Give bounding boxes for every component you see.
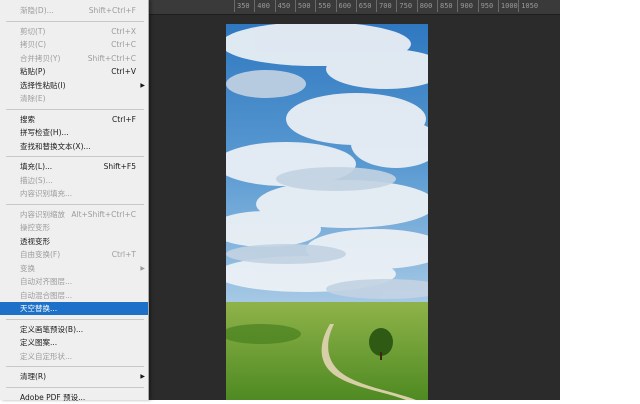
menu-item-shortcut: Ctrl+X <box>111 26 136 36</box>
menu-item[interactable]: 搜索 Ctrl+F <box>0 113 148 126</box>
ruler-label: 1050 <box>518 0 539 12</box>
menu-item-label: 清理(R) <box>20 372 47 381</box>
menu-item[interactable]: 填充(L)... Shift+F5 <box>0 160 148 173</box>
menu-separator <box>6 366 144 367</box>
menu-item-label: 合并拷贝(Y) <box>20 53 61 63</box>
menu-separator <box>6 108 144 110</box>
landscape-photo <box>226 24 428 400</box>
menu-separator <box>6 386 144 388</box>
menu-item-label: 选择性粘贴(I) <box>20 80 66 90</box>
ruler-label: 550 <box>315 0 331 12</box>
menu-item[interactable]: 查找和替换文本(X)... <box>0 140 148 153</box>
menu-item-shortcut: Ctrl+T <box>111 250 136 259</box>
menu-item-shortcut: Ctrl+V <box>111 67 136 76</box>
submenu-arrow-icon: ▶ <box>140 264 145 272</box>
ruler-label: 400 <box>254 0 270 12</box>
menu-item-label: 定义画笔预设(B)... <box>20 324 84 334</box>
menu-item-label: 内容识别缩放 <box>20 209 65 219</box>
menu-item-label: 渐隐(D)... <box>20 6 54 15</box>
menu-item[interactable]: 定义图案... <box>0 336 148 349</box>
ruler-label: 500 <box>294 0 311 12</box>
document-canvas[interactable] <box>226 24 428 400</box>
menu-item: 清除(E) <box>0 92 148 105</box>
menu-item-label: 描边(S)... <box>20 175 53 185</box>
menu-item-shortcut: Alt+Shift+Ctrl+C <box>71 209 136 219</box>
menu-item[interactable]: 天空替换... <box>0 302 148 315</box>
menu-item: 自动混合图层... <box>0 289 148 302</box>
menu-item-shortcut: Shift+Ctrl+F <box>88 6 136 15</box>
menu-item-label: 透视变形 <box>20 236 50 246</box>
menu-separator <box>6 156 144 157</box>
submenu-arrow-icon: ▶ <box>140 373 145 380</box>
menu-item-shortcut: Shift+F5 <box>103 162 136 171</box>
menu-item[interactable]: Adobe PDF 预设... <box>0 391 148 404</box>
ruler-label: 650 <box>355 0 372 12</box>
menu-item[interactable]: 透视变形 <box>0 235 148 248</box>
horizontal-ruler[interactable]: 350 400 450 500 550 600 650 700 750 800 850 900 950 1… <box>80 0 560 15</box>
menu-item-label: 自动对齐图层... <box>20 277 73 286</box>
menu-item: 描边(S)... <box>0 174 148 187</box>
menu-separator <box>6 203 144 205</box>
ruler-label: 800 <box>416 0 433 12</box>
ruler-label: 600 <box>335 0 352 12</box>
menu-item: 操控变形 <box>0 221 148 234</box>
menu-item-shortcut: Ctrl+C <box>111 40 136 49</box>
menu-separator <box>6 318 144 320</box>
menu-item: 内容识别缩放 Alt+Shift+Ctrl+C <box>0 208 148 221</box>
menu-item[interactable]: 定义画笔预设(B)... <box>0 323 148 336</box>
ruler-label: 750 <box>396 0 413 12</box>
menu-item-label: 清除(E) <box>20 94 46 103</box>
menu-item-label: Adobe PDF 预设... <box>20 392 86 402</box>
menu-item: 渐隐(D)... Shift+Ctrl+F <box>0 4 148 17</box>
menu-item: 内容识别填充... <box>0 187 148 200</box>
menu-item: 自由变换(F) Ctrl+T <box>0 248 148 261</box>
menu-item-label: 定义自定形状... <box>20 351 73 361</box>
menu-item-label: 剪切(T) <box>20 26 46 36</box>
menu-item: 拷贝(C) Ctrl+C <box>0 38 148 51</box>
menu-item-label: 自动混合图层... <box>20 290 73 300</box>
ruler-label: 1000 <box>497 0 518 12</box>
menu-item-label: 查找和替换文本(X)... <box>20 141 91 151</box>
menu-item-label: 搜索 <box>20 114 35 124</box>
ruler-label: 350 <box>234 0 250 12</box>
menu-item-shortcut: Shift+Ctrl+C <box>87 53 136 63</box>
menu-item-label: 粘贴(P) <box>20 67 46 76</box>
menu-item-label: 拼写检查(H)... <box>20 128 69 137</box>
menu-item: 定义自定形状... <box>0 350 148 363</box>
ruler-label: 900 <box>457 0 473 12</box>
ruler-label: 950 <box>477 0 494 12</box>
menu-item[interactable]: 选择性粘贴(I) ▶ <box>0 79 148 92</box>
submenu-arrow-icon: ▶ <box>140 81 145 89</box>
menu-item: 合并拷贝(Y) Shift+Ctrl+C <box>0 52 148 65</box>
menu-separator <box>6 20 144 22</box>
menu-item-label: 变换 <box>20 263 35 273</box>
edit-menu-dropdown: 渐隐(D)... Shift+Ctrl+F 剪切(T) Ctrl+X 拷贝(C) Ctrl… <box>0 0 149 402</box>
menu-item-shortcut: Ctrl+F <box>112 114 136 124</box>
ruler-label: 850 <box>437 0 453 12</box>
ruler-label: 700 <box>376 0 392 12</box>
menu-item-label: 填充(L)... <box>20 162 53 171</box>
menu-item[interactable]: 清理(R) ▶ <box>0 370 148 383</box>
menu-item-label: 拷贝(C) <box>20 40 47 49</box>
menu-item: 剪切(T) Ctrl+X <box>0 25 148 38</box>
menu-item-label: 操控变形 <box>20 223 50 232</box>
menu-item-label: 自由变换(F) <box>20 250 61 259</box>
menu-item[interactable]: 拼写检查(H)... <box>0 126 148 139</box>
document-workspace: 350 400 450 500 550 600 650 700 750 800 850 900 950 1… <box>80 0 560 400</box>
menu-item: 自动对齐图层... <box>0 275 148 288</box>
ruler-label: 450 <box>274 0 291 12</box>
menu-item-label: 定义图案... <box>20 338 58 347</box>
menu-item: 变换 ▶ <box>0 262 148 275</box>
menu-item-label: 内容识别填充... <box>20 189 73 198</box>
menu-item-label: 天空替换... <box>20 304 58 313</box>
menu-item[interactable]: 粘贴(P) Ctrl+V <box>0 65 148 78</box>
